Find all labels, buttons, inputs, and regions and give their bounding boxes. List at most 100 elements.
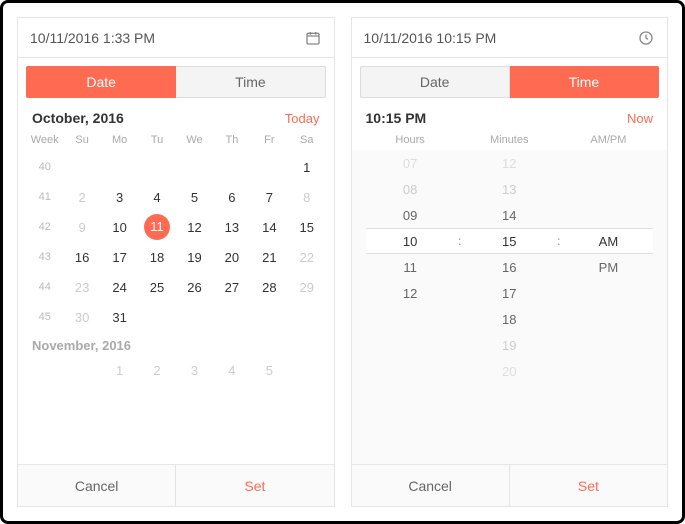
time-row[interactable]: 12 17 [366,280,654,306]
day-cell[interactable]: 14 [251,220,288,235]
day-cell[interactable]: 1 [101,363,138,378]
calendar-grid-next: 12345 [18,355,334,385]
tab-date[interactable]: Date [360,66,510,98]
day-cell[interactable]: 8 [288,190,325,205]
week-number: 42 [26,221,63,233]
day-cell[interactable]: 30 [63,310,100,325]
datetime-picker-time: 10/11/2016 10:15 PM Date Time 10:15 PM N… [351,17,669,507]
day-cell[interactable]: 28 [251,280,288,295]
minute-cell: 15 [465,234,554,249]
week-number: 44 [26,281,63,293]
day-cell[interactable]: 15 [288,220,325,235]
footer: Cancel Set [18,464,334,506]
day-cell[interactable]: 13 [213,220,250,235]
cancel-button[interactable]: Cancel [352,465,510,506]
footer: Cancel Set [352,464,668,506]
month-header: October, 2016 Today [18,98,334,132]
day-cell[interactable]: 9 [63,220,100,235]
tab-time[interactable]: Time [510,66,659,98]
day-cell[interactable]: 24 [101,280,138,295]
minute-cell: 12 [465,156,554,171]
cancel-button[interactable]: Cancel [18,465,176,506]
calendar-row: 453031 [26,302,326,332]
tab-row: Date Time [352,58,668,98]
hour-cell: 08 [366,182,455,197]
day-cell[interactable]: 18 [138,250,175,265]
today-link[interactable]: Today [285,111,320,126]
calendar-row: 401 [26,152,326,182]
tab-time[interactable]: Time [176,66,325,98]
day-cell[interactable]: 25 [138,280,175,295]
day-cell[interactable]: 12 [176,220,213,235]
month-label: October, 2016 [32,110,285,126]
hour-cell: 12 [366,286,455,301]
time-row[interactable]: 20 [366,358,654,384]
time-row[interactable]: 19 [366,332,654,358]
datetime-input-row: 10/11/2016 10:15 PM [352,18,668,58]
hour-cell: 11 [366,260,455,275]
day-cell[interactable]: 17 [101,250,138,265]
minute-cell: 20 [465,364,554,379]
datetime-input[interactable]: 10/11/2016 10:15 PM [364,30,634,46]
datetime-input[interactable]: 10/11/2016 1:33 PM [30,30,300,46]
hour-cell: 10 [366,234,455,249]
day-cell[interactable]: 2 [63,190,100,205]
day-cell[interactable]: 11 [144,214,170,240]
next-month-label: November, 2016 [18,332,334,355]
set-button[interactable]: Set [176,465,333,506]
day-cell[interactable]: 2 [138,363,175,378]
day-cell[interactable]: 23 [63,280,100,295]
day-cell[interactable]: 27 [213,280,250,295]
day-cell[interactable]: 22 [288,250,325,265]
hour-cell: 07 [366,156,455,171]
day-cell[interactable]: 19 [176,250,213,265]
day-cell[interactable]: 3 [176,363,213,378]
day-cell[interactable]: 7 [251,190,288,205]
tab-date[interactable]: Date [26,66,176,98]
time-row[interactable]: 09 14 [366,202,654,228]
week-col-header: Week [26,134,63,146]
day-cell[interactable]: 29 [288,280,325,295]
minute-cell: 13 [465,182,554,197]
tab-row: Date Time [18,58,334,98]
day-cell[interactable]: 1 [288,160,325,175]
hour-cell: 09 [366,208,455,223]
clock-icon[interactable] [633,25,659,51]
day-cell[interactable]: 6 [213,190,250,205]
ampm-cell: AM [564,234,653,249]
set-button[interactable]: Set [510,465,667,506]
day-cell[interactable]: 21 [251,250,288,265]
day-cell[interactable]: 4 [138,190,175,205]
minute-cell: 19 [465,338,554,353]
time-columns-header: Hours Minutes AM/PM [352,132,668,150]
day-cell[interactable]: 3 [101,190,138,205]
time-row[interactable]: 1116PM [366,254,654,280]
minute-cell: 18 [465,312,554,327]
time-label: 10:15 PM [366,110,627,126]
time-row[interactable]: 18 [366,306,654,332]
weekday-header: Week Su Mo Tu We Th Fr Sa [18,132,334,152]
day-cell[interactable]: 5 [251,363,288,378]
calendar-row: 4423242526272829 [26,272,326,302]
time-row[interactable]: 07 12 [366,150,654,176]
week-number: 43 [26,251,63,263]
time-row[interactable]: 08 13 [366,176,654,202]
day-cell[interactable]: 16 [63,250,100,265]
day-cell[interactable]: 10 [101,220,138,235]
calendar-row: 412345678 [26,182,326,212]
day-cell[interactable]: 4 [213,363,250,378]
now-link[interactable]: Now [627,111,653,126]
calendar-grid: 4014123456784291011121314154316171819202… [18,152,334,332]
time-row[interactable]: 10:15:AM [366,228,654,254]
day-cell[interactable]: 26 [176,280,213,295]
minute-cell: 14 [465,208,554,223]
minute-cell: 17 [465,286,554,301]
day-cell[interactable]: 5 [176,190,213,205]
time-scroller[interactable]: 07120813091410:15:AM1116PM1217181920 [352,150,668,464]
calendar-row: 12345 [26,355,326,385]
calendar-icon[interactable] [300,25,326,51]
calendar-row: 4316171819202122 [26,242,326,272]
day-cell[interactable]: 20 [213,250,250,265]
day-cell[interactable]: 31 [101,310,138,325]
minute-cell: 16 [465,260,554,275]
